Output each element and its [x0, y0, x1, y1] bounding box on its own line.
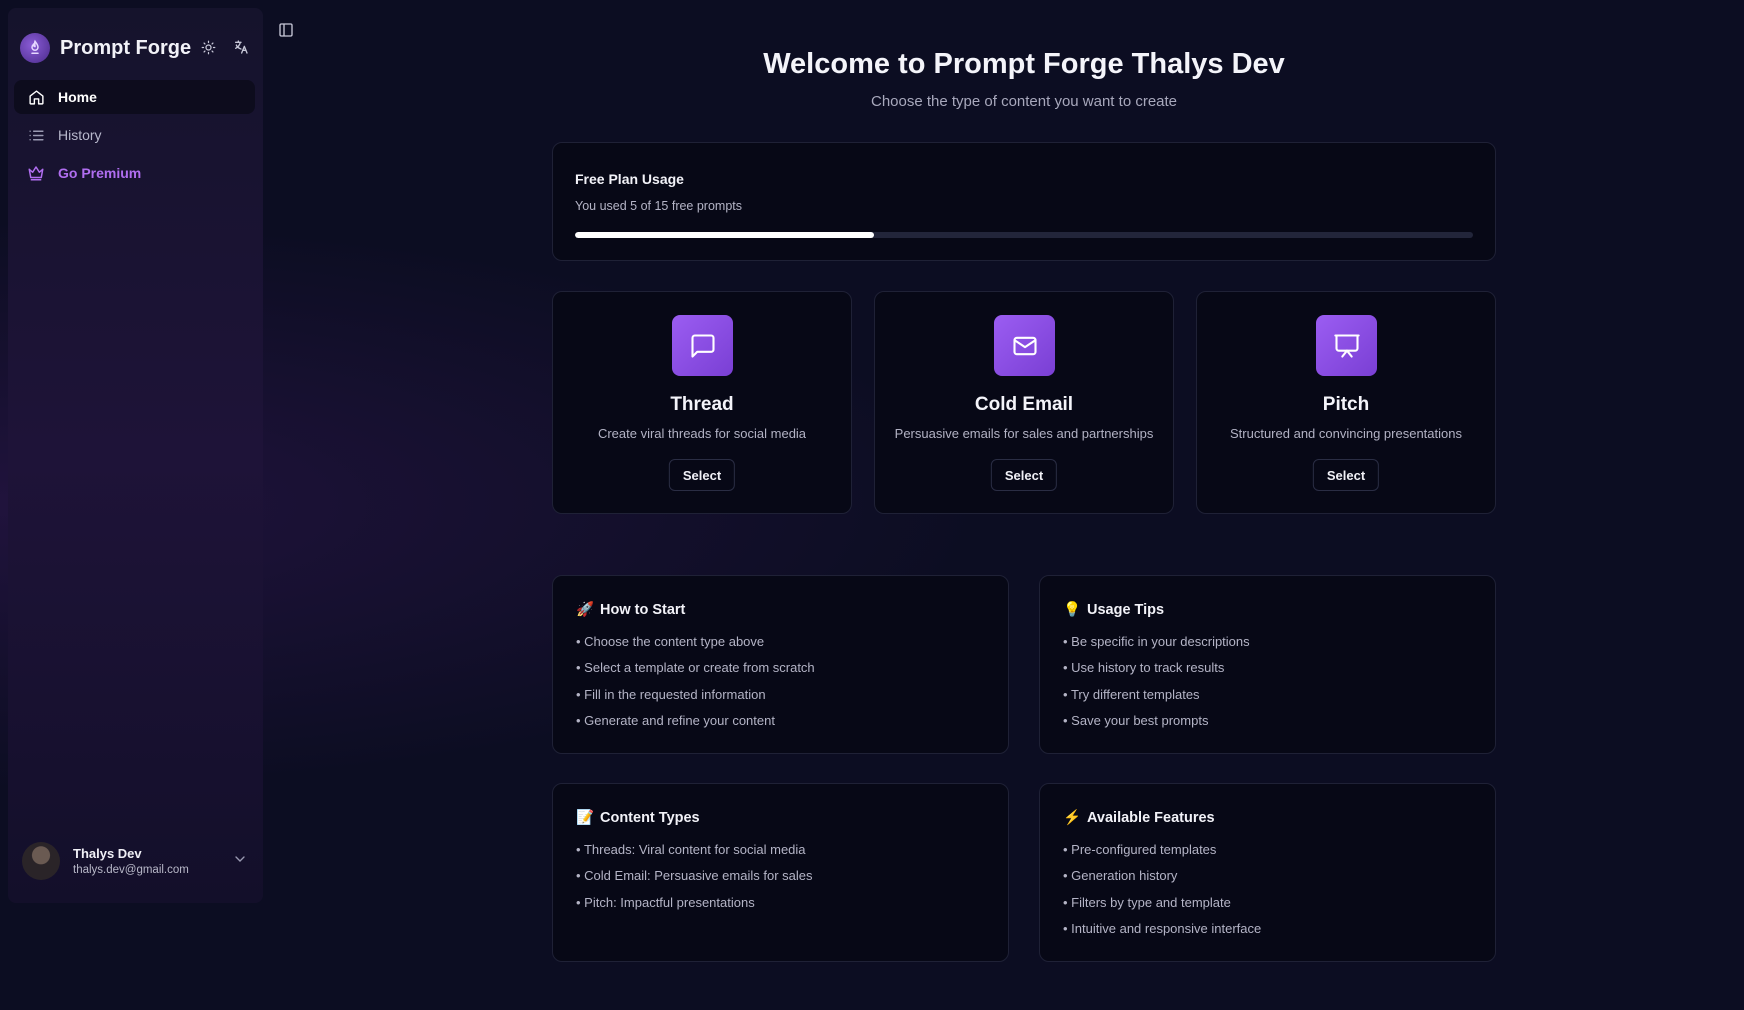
info-list: Be specific in your descriptions Use his… — [1063, 632, 1250, 737]
info-list: Pre-configured templates Generation hist… — [1063, 840, 1261, 945]
content-type-card-thread[interactable]: Thread Create viral threads for social m… — [552, 291, 852, 514]
user-name: Thalys Dev — [73, 846, 142, 861]
info-card-title: How to Start — [600, 601, 686, 618]
lightbulb-icon: 💡 — [1062, 602, 1082, 618]
sidebar-toggle-icon[interactable] — [278, 22, 298, 42]
crown-icon — [26, 163, 46, 183]
list-icon — [26, 125, 46, 145]
sidebar-item-label: Home — [58, 89, 97, 105]
mail-icon — [994, 315, 1055, 376]
list-item: Fill in the requested information — [576, 685, 815, 711]
list-item: Pre-configured templates — [1063, 840, 1261, 866]
presentation-icon — [1316, 315, 1377, 376]
list-item: Generate and refine your content — [576, 711, 815, 737]
content-type-description: Create viral threads for social media — [597, 426, 807, 441]
sidebar-item-home[interactable]: Home — [14, 80, 255, 114]
content-type-title: Pitch — [1322, 394, 1370, 415]
list-item: Choose the content type above — [576, 632, 815, 658]
list-item: Intuitive and responsive interface — [1063, 919, 1261, 945]
list-item: Use history to track results — [1063, 658, 1250, 684]
info-card-title: Available Features — [1087, 809, 1215, 826]
chevron-down-icon[interactable] — [232, 851, 248, 872]
info-list: Threads: Viral content for social media … — [576, 840, 813, 919]
info-card-how-to-start: 🚀 How to Start Choose the content type a… — [552, 575, 1009, 754]
select-pitch-button[interactable]: Select — [1312, 459, 1380, 491]
list-item: Be specific in your descriptions — [1063, 632, 1249, 658]
info-card-content-types: 📝 Content Types Threads: Viral content f… — [552, 783, 1009, 962]
brand[interactable]: Prompt Forge — [20, 30, 191, 66]
info-list: Choose the content type above Select a t… — [576, 632, 815, 737]
list-item: Generation history — [1063, 866, 1261, 892]
content-type-title: Cold Email — [974, 394, 1074, 415]
home-icon — [26, 87, 46, 107]
usage-progress-fill — [575, 232, 875, 238]
sidebar: Prompt Forge Home History Go Premium Tha… — [8, 8, 263, 903]
list-item: Filters by type and template — [1063, 893, 1261, 919]
avatar — [22, 842, 60, 880]
language-icon[interactable] — [230, 36, 252, 58]
sidebar-nav: Home History Go Premium — [14, 80, 255, 194]
list-item: Threads: Viral content for social media — [576, 840, 812, 866]
content-type-card-cold-email[interactable]: Cold Email Persuasive emails for sales a… — [874, 291, 1174, 514]
list-item: Cold Email: Persuasive emails for sales — [576, 866, 812, 892]
select-thread-button[interactable]: Select — [668, 459, 736, 491]
list-item: Try different templates — [1063, 685, 1250, 711]
user-menu[interactable]: Thalys Dev thalys.dev@gmail.com — [22, 839, 252, 883]
app-title: Prompt Forge — [60, 36, 192, 59]
info-card-title: Content Types — [600, 809, 700, 826]
user-email: thalys.dev@gmail.com — [73, 864, 189, 876]
usage-card: Free Plan Usage You used 5 of 15 free pr… — [552, 142, 1496, 261]
usage-title: Free Plan Usage — [575, 171, 684, 187]
info-card-title: Usage Tips — [1087, 601, 1165, 618]
rocket-icon: 🚀 — [575, 602, 595, 618]
sidebar-item-label: Go Premium — [58, 165, 142, 181]
message-square-icon — [672, 315, 733, 376]
info-card-available-features: ⚡ Available Features Pre-configured temp… — [1039, 783, 1496, 962]
content-type-title: Thread — [670, 394, 734, 415]
usage-progress-bar — [575, 232, 1473, 238]
page-subtitle: Choose the type of content you want to c… — [870, 93, 1178, 110]
sidebar-item-history[interactable]: History — [14, 118, 255, 152]
list-item: Save your best prompts — [1063, 711, 1250, 737]
sidebar-item-label: History — [58, 127, 102, 143]
app-logo-icon — [20, 33, 50, 63]
info-card-usage-tips: 💡 Usage Tips Be specific in your descrip… — [1039, 575, 1496, 754]
content-type-card-pitch[interactable]: Pitch Structured and convincing presenta… — [1196, 291, 1496, 514]
select-cold-email-button[interactable]: Select — [990, 459, 1058, 491]
memo-icon: 📝 — [575, 810, 595, 826]
theme-toggle-sun-icon[interactable] — [197, 36, 219, 58]
sidebar-item-go-premium[interactable]: Go Premium — [14, 156, 255, 190]
content-type-description: Persuasive emails for sales and partners… — [894, 426, 1154, 441]
list-item: Select a template or create from scratch — [576, 658, 814, 684]
list-item: Pitch: Impactful presentations — [576, 893, 812, 919]
usage-text: You used 5 of 15 free prompts — [575, 199, 743, 213]
page-title: Welcome to Prompt Forge Thalys Dev — [763, 48, 1285, 80]
lightning-icon: ⚡ — [1062, 810, 1082, 826]
content-type-description: Structured and convincing presentations — [1230, 426, 1462, 441]
